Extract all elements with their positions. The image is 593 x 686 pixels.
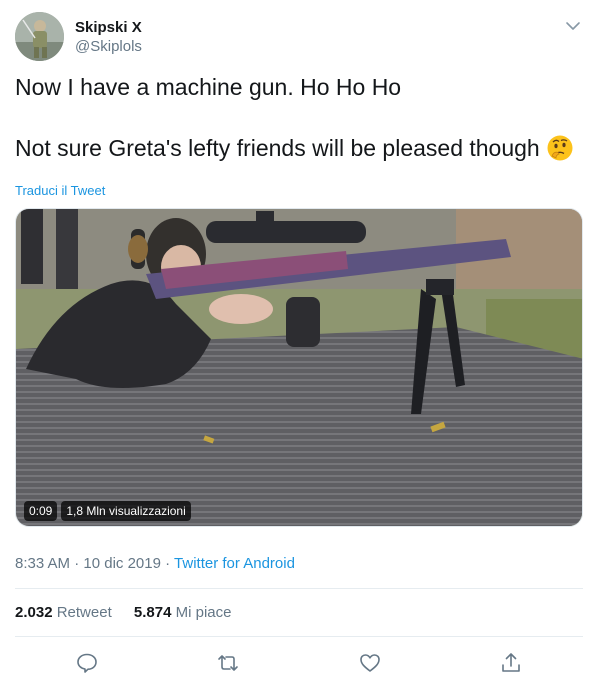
divider (15, 636, 583, 637)
meta-separator: · (74, 555, 80, 572)
user-display-name[interactable]: Skipski X (75, 19, 142, 36)
share-icon[interactable] (498, 650, 524, 676)
thinking-face-icon (546, 134, 574, 162)
tweet-text-line-2: Not sure Greta's lefty friends will be p… (15, 134, 574, 162)
tweet-card: Skipski X @Skiplols Now I have a machine… (0, 0, 593, 686)
chevron-down-icon[interactable] (562, 15, 584, 37)
retweets-label: Retweet (56, 604, 112, 621)
tweet-time[interactable]: 8:33 AM (15, 555, 70, 572)
avatar-image (15, 12, 64, 61)
translate-tweet-link[interactable]: Traduci il Tweet (15, 183, 105, 198)
tweet-date[interactable]: 10 dic 2019 (83, 555, 161, 572)
tweet-text-line-1: Now I have a machine gun. Ho Ho Ho (15, 74, 402, 100)
tweet-text-line-2-text: Not sure Greta's lefty friends will be p… (15, 135, 540, 161)
tweet-meta: 8:33 AM · 10 dic 2019 · Twitter for Andr… (15, 555, 295, 572)
retweets-stat[interactable]: 2.032 Retweet (15, 604, 112, 621)
heart-icon[interactable] (357, 650, 383, 676)
likes-count: 5.874 (133, 604, 172, 621)
video-overlay-badges: 0:09 1,8 Mln visualizzazioni (24, 501, 191, 521)
divider (15, 588, 583, 589)
tweet-stats: 2.032 Retweet 5.874 Mi piace (15, 604, 232, 621)
video-views-badge: 1,8 Mln visualizzazioni (61, 501, 191, 521)
retweet-icon[interactable] (215, 650, 241, 676)
tweet-actions (0, 648, 593, 678)
retweets-count: 2.032 (15, 604, 53, 621)
video-thumbnail (16, 209, 582, 526)
user-handle[interactable]: @Skiplols (75, 38, 142, 55)
meta-separator: · (165, 555, 171, 572)
video-duration-badge: 0:09 (24, 501, 58, 521)
likes-label: Mi piace (175, 604, 232, 621)
likes-stat[interactable]: 5.874 Mi piace (134, 604, 232, 621)
video-player[interactable] (15, 208, 583, 527)
avatar[interactable] (15, 12, 64, 61)
tweet-source-link[interactable]: Twitter for Android (174, 555, 295, 572)
reply-icon[interactable] (74, 650, 100, 676)
